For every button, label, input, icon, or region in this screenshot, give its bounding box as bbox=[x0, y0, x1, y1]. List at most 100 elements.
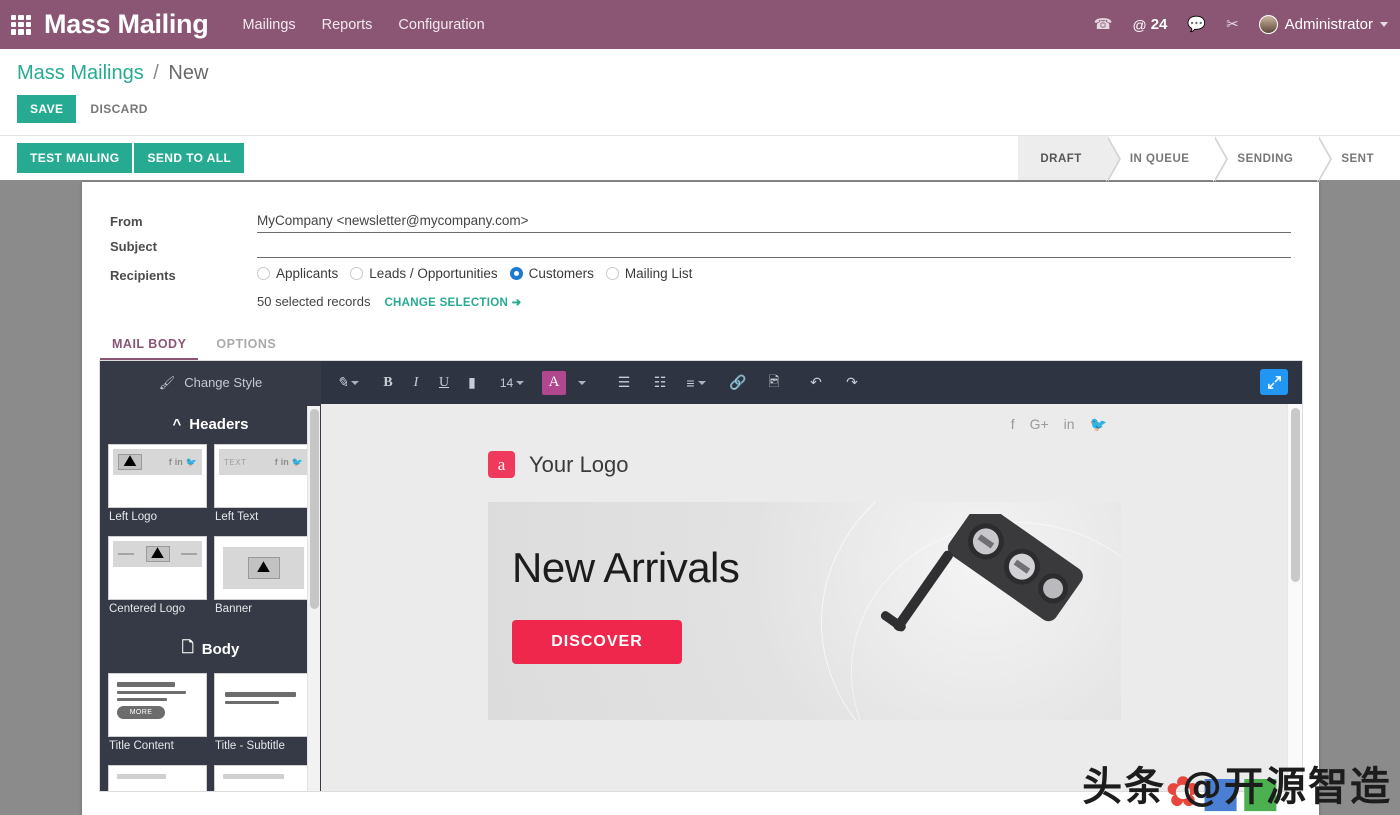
social-icons-group: f in 🐦 bbox=[169, 457, 197, 468]
hero-banner[interactable]: New Arrivals DISCOVER bbox=[488, 502, 1121, 720]
send-to-all-button[interactable]: SEND TO ALL bbox=[134, 143, 245, 173]
chat-bubble-icon[interactable]: 💬 bbox=[1187, 17, 1206, 32]
font-color-button[interactable]: A bbox=[541, 369, 567, 397]
snippet-grid-body: MORE Title Content Title - Subtitle bbox=[108, 673, 313, 791]
arrow-right-icon: ➜ bbox=[511, 296, 522, 309]
user-name-label: Administrator bbox=[1284, 16, 1373, 33]
breadcrumb-current: New bbox=[168, 62, 209, 84]
snippet-banner[interactable]: ⛰ Banner bbox=[214, 536, 313, 622]
snippet-left-logo[interactable]: ⛰ f in 🐦 Left Logo bbox=[108, 444, 207, 530]
linkedin-icon: in bbox=[280, 457, 289, 467]
image-icon[interactable]: 🖻 bbox=[761, 369, 787, 397]
from-input[interactable] bbox=[257, 210, 1291, 233]
stage-arrow-inner-icon bbox=[1213, 135, 1227, 182]
bold-icon[interactable]: B bbox=[375, 369, 401, 397]
status-stage-draft[interactable]: DRAFT bbox=[1018, 135, 1121, 182]
breadcrumb-root[interactable]: Mass Mailings bbox=[17, 62, 144, 84]
snippet-section-headers[interactable]: ^ Headers bbox=[108, 404, 313, 444]
align-icon[interactable]: ≡ bbox=[683, 369, 709, 397]
snippet-scrollbar-thumb[interactable] bbox=[310, 409, 319, 609]
status-bar: DRAFT IN QUEUE SENDING SENT bbox=[1018, 135, 1400, 182]
status-stage-in-queue[interactable]: IN QUEUE bbox=[1107, 135, 1229, 182]
snippet-sidebar: ^ Headers ⛰ f in 🐦 Left Logo TEXT f in 🐦… bbox=[100, 361, 321, 791]
tools-icon[interactable]: ✂ bbox=[1226, 17, 1239, 32]
expand-fullscreen-icon[interactable] bbox=[1260, 369, 1288, 395]
discover-button[interactable]: DISCOVER bbox=[512, 620, 682, 664]
apps-grid-icon[interactable] bbox=[8, 12, 34, 38]
save-button[interactable]: SAVE bbox=[17, 95, 77, 123]
form-tabs: MAIL BODY OPTIONS bbox=[100, 331, 1319, 360]
snippet-extra-2[interactable] bbox=[214, 765, 313, 791]
twitter-icon: 🐦 bbox=[291, 456, 303, 467]
snippet-left-text[interactable]: TEXT f in 🐦 Left Text bbox=[214, 444, 313, 530]
radio-mailing-list[interactable]: Mailing List bbox=[605, 266, 692, 281]
undo-icon[interactable]: ↶ bbox=[803, 369, 829, 397]
nav-item-reports[interactable]: Reports bbox=[322, 17, 373, 33]
stage-arrow-inner-icon bbox=[1317, 135, 1331, 182]
radio-dot-icon bbox=[257, 267, 270, 280]
snippet-scrollbar-track[interactable] bbox=[307, 406, 320, 791]
radio-applicants[interactable]: Applicants bbox=[257, 266, 338, 281]
redo-icon[interactable]: ↷ bbox=[839, 369, 865, 397]
font-size-select[interactable]: 14 bbox=[499, 369, 525, 397]
chevron-down-icon bbox=[1380, 22, 1388, 27]
google-plus-icon[interactable]: G+ bbox=[1030, 416, 1049, 433]
snippet-thumb: MORE bbox=[108, 673, 207, 737]
snippet-section-body[interactable]: 🗋 Body bbox=[108, 622, 313, 673]
link-icon[interactable]: 🔗 bbox=[725, 369, 751, 397]
tab-options[interactable]: OPTIONS bbox=[204, 331, 288, 360]
underline-icon[interactable]: U bbox=[431, 369, 457, 397]
snippet-thumb: ⛰ bbox=[108, 536, 207, 600]
email-preview[interactable]: f G+ in 🐦 a Your Logo New Arrivals DISCO… bbox=[321, 404, 1287, 791]
subject-input[interactable] bbox=[257, 235, 1291, 258]
radio-label: Leads / Opportunities bbox=[369, 266, 498, 281]
radio-customers[interactable]: Customers bbox=[509, 266, 594, 281]
eraser-icon[interactable]: ▮ bbox=[459, 369, 485, 397]
snippet-thumb: ⛰ bbox=[214, 536, 313, 600]
app-brand-title[interactable]: Mass Mailing bbox=[44, 9, 209, 40]
test-mailing-button[interactable]: TEST MAILING bbox=[17, 143, 133, 173]
unordered-list-icon[interactable]: ☰ bbox=[611, 369, 637, 397]
snippet-title-subtitle[interactable]: Title - Subtitle bbox=[214, 673, 313, 759]
discard-button[interactable]: DISCARD bbox=[86, 95, 151, 123]
facebook-icon[interactable]: f bbox=[1011, 416, 1015, 433]
preview-scrollbar-thumb[interactable] bbox=[1291, 408, 1300, 582]
snippet-caption: Banner bbox=[215, 603, 253, 615]
mention-counter[interactable]: @ 24 bbox=[1132, 16, 1167, 33]
snippet-thumb: TEXT f in 🐦 bbox=[214, 444, 313, 508]
font-size-value: 14 bbox=[499, 375, 514, 390]
magic-wand-icon[interactable]: ✎ bbox=[335, 369, 361, 397]
snippet-thumb-text: TEXT bbox=[224, 457, 247, 467]
italic-icon[interactable]: I bbox=[403, 369, 429, 397]
twitter-icon[interactable]: 🐦 bbox=[1090, 416, 1107, 433]
editor-tool-group: ✎ B I U ▮ 14 A ☰ ☷ ≡ 🔗 🖻 ↶ ↷ bbox=[321, 369, 865, 397]
preview-scrollbar-track[interactable] bbox=[1287, 404, 1302, 791]
change-selection-button[interactable]: CHANGE SELECTION ➜ bbox=[384, 295, 521, 309]
snippet-title-content[interactable]: MORE Title Content bbox=[108, 673, 207, 759]
nav-item-configuration[interactable]: Configuration bbox=[398, 17, 484, 33]
snippet-centered-logo[interactable]: ⛰ Centered Logo bbox=[108, 536, 207, 622]
status-row: TEST MAILING SEND TO ALL DRAFT IN QUEUE … bbox=[0, 135, 1400, 182]
image-placeholder-icon: ⛰ bbox=[247, 557, 280, 579]
tab-mail-body[interactable]: MAIL BODY bbox=[100, 331, 199, 360]
user-menu[interactable]: Administrator bbox=[1258, 15, 1388, 34]
preview-logo[interactable]: a Your Logo bbox=[321, 433, 1287, 478]
snippet-caption: Centered Logo bbox=[109, 603, 186, 615]
logo-text: Your Logo bbox=[529, 451, 629, 477]
nav-item-mailings[interactable]: Mailings bbox=[242, 17, 295, 33]
color-dropdown-icon[interactable] bbox=[569, 369, 595, 397]
sub-header: Mass Mailings / New SAVE DISCARD bbox=[0, 49, 1400, 135]
linkedin-icon[interactable]: in bbox=[1064, 416, 1075, 433]
snippet-caption: Title - Subtitle bbox=[215, 740, 285, 752]
selected-records-count: 50 selected records bbox=[257, 294, 371, 309]
field-row-subject: Subject bbox=[82, 235, 1319, 258]
snippet-extra-1[interactable] bbox=[108, 765, 207, 791]
status-stage-sending[interactable]: SENDING bbox=[1215, 135, 1333, 182]
phone-icon[interactable]: ☎ bbox=[1094, 17, 1113, 32]
mention-count: 24 bbox=[1150, 16, 1168, 33]
radio-dot-icon bbox=[350, 267, 364, 280]
radio-leads-opportunities[interactable]: Leads / Opportunities bbox=[350, 266, 498, 281]
subject-label: Subject bbox=[110, 239, 157, 254]
change-style-button[interactable]: 🖌 Change Style bbox=[100, 361, 321, 404]
ordered-list-icon[interactable]: ☷ bbox=[647, 369, 673, 397]
